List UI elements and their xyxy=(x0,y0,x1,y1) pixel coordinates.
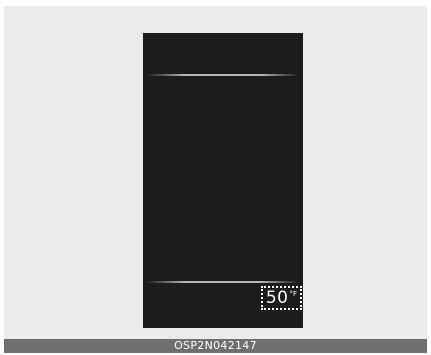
bottom-divider-line xyxy=(147,281,299,283)
illustration-frame: 50 °F xyxy=(4,6,427,339)
top-divider-line xyxy=(147,74,299,76)
temperature-unit: °F xyxy=(289,290,297,298)
figure-code-caption: OSP2N042147 xyxy=(4,339,427,353)
outside-temperature-readout: 50 °F xyxy=(260,286,302,310)
temperature-value: 50 xyxy=(265,288,289,308)
cluster-display-screen: 50 °F xyxy=(143,33,303,328)
